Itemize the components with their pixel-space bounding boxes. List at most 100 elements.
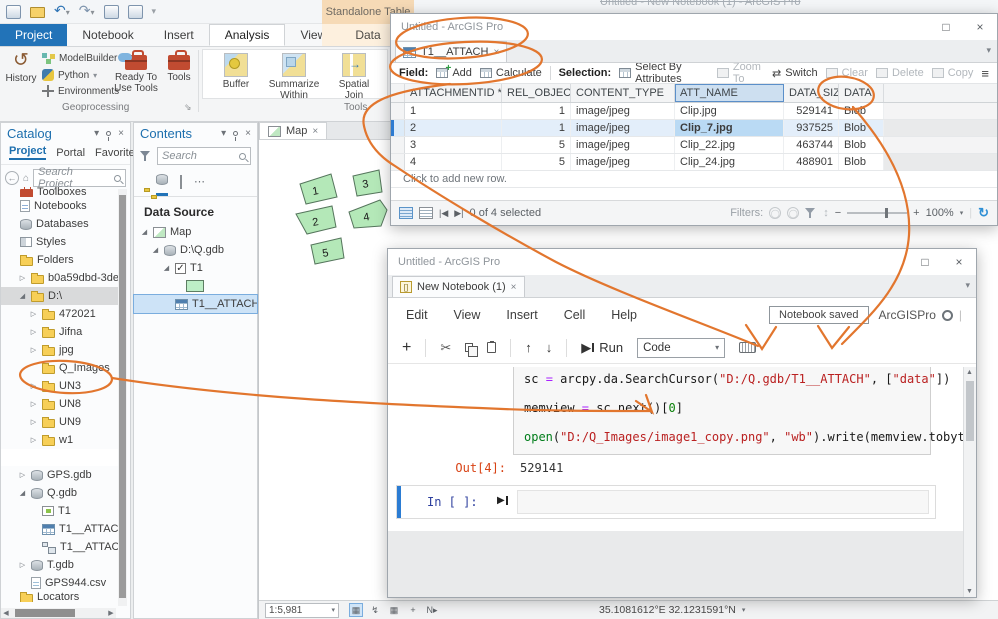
ribbon-tab-project[interactable]: Project bbox=[0, 24, 68, 46]
notebook-window-titlebar[interactable]: Untitled - ArcGIS Pro □ × bbox=[388, 249, 976, 275]
cell-attachmentid[interactable]: 1 bbox=[405, 103, 502, 119]
catalog-item-gps-gdb[interactable]: ▷ GPS.gdb bbox=[1, 466, 118, 484]
modelbuilder-button[interactable]: ModelBuilder bbox=[42, 53, 117, 64]
paste-cell-button[interactable] bbox=[487, 341, 497, 353]
catalog-item-t1-attach[interactable]: T1__ATTACH bbox=[1, 520, 118, 538]
catalog-horizontal-scrollbar[interactable]: ◀ ▶ bbox=[1, 608, 116, 618]
save-edits-icon[interactable] bbox=[103, 4, 119, 19]
buffer-tool-button[interactable]: Buffer bbox=[215, 53, 257, 90]
close-icon[interactable]: × bbox=[963, 15, 997, 39]
catalog-item-w1[interactable]: ▷ w1 bbox=[1, 431, 118, 449]
row-selector-cell[interactable] bbox=[391, 137, 405, 153]
undo-icon[interactable]: ↶▾ bbox=[54, 3, 70, 20]
sort-icon[interactable]: ↕ bbox=[823, 207, 829, 219]
cell-data[interactable]: Blob bbox=[839, 137, 884, 153]
notebook-tab[interactable]: [] New Notebook (1) × bbox=[392, 276, 525, 297]
cell-data-size[interactable]: 529141 bbox=[784, 103, 839, 119]
copy-selection-button[interactable]: Copy bbox=[931, 67, 973, 79]
symbol-swatch[interactable] bbox=[186, 280, 204, 292]
catalog-menu-icon[interactable]: ▾ bbox=[94, 128, 99, 139]
geoprocessing-launcher-icon[interactable]: ⇘ bbox=[184, 102, 192, 113]
clear-selection-button[interactable]: Clear bbox=[825, 67, 868, 79]
column-header-data[interactable]: DATA bbox=[839, 84, 884, 102]
snapping-icon[interactable]: ↯ bbox=[368, 603, 382, 617]
north-arrow-icon[interactable]: N▸ bbox=[425, 603, 439, 617]
catalog-item-styles[interactable]: Styles bbox=[1, 233, 118, 251]
filter-time-icon[interactable]: ◯ bbox=[787, 207, 800, 219]
ready-to-use-tools-button[interactable]: Ready To Use Tools bbox=[112, 49, 160, 94]
catalog-tab-project[interactable]: Project bbox=[9, 145, 47, 160]
keyboard-shortcuts-icon[interactable] bbox=[739, 342, 757, 353]
spatial-join-tool-button[interactable]: Spatial Join bbox=[329, 53, 379, 101]
move-cell-up-button[interactable]: ↑ bbox=[525, 340, 532, 355]
catalog-item-un9[interactable]: ▷ UN9 bbox=[1, 413, 118, 431]
open-project-icon[interactable] bbox=[6, 4, 21, 19]
expander-icon[interactable]: ▷ bbox=[18, 471, 27, 479]
select-by-attributes-button[interactable]: Select By Attributes bbox=[619, 61, 709, 85]
catalog-item-jpg[interactable]: ▷ jpg bbox=[1, 341, 118, 359]
catalog-pin-icon[interactable] bbox=[106, 130, 112, 141]
refresh-icon[interactable]: ↻ bbox=[978, 205, 989, 221]
back-icon[interactable]: ← bbox=[5, 171, 19, 185]
catalog-close-icon[interactable]: × bbox=[118, 128, 124, 139]
cell-attachmentid[interactable]: 2 bbox=[405, 120, 502, 136]
zoom-dropdown-icon[interactable]: ▾ bbox=[960, 209, 964, 217]
row-selector-cell[interactable] bbox=[391, 103, 405, 119]
map-polygon-1[interactable] bbox=[299, 173, 338, 205]
cell-att-name[interactable]: Clip_7.jpg bbox=[675, 120, 784, 136]
expander-icon[interactable]: ▷ bbox=[18, 274, 27, 282]
header-selector-cell[interactable] bbox=[391, 84, 405, 102]
history-button[interactable]: ↺ History bbox=[4, 51, 38, 85]
copy-cell-button[interactable] bbox=[465, 343, 479, 357]
add-field-button[interactable]: Add bbox=[436, 63, 472, 79]
catalog-item-folders[interactable]: Folders bbox=[1, 251, 118, 269]
move-cell-down-button[interactable]: ↓ bbox=[546, 340, 553, 355]
cell-rel-objectid[interactable]: 1 bbox=[502, 103, 571, 119]
cell-rel-objectid[interactable]: 5 bbox=[502, 154, 571, 170]
expander-icon[interactable]: ▷ bbox=[29, 418, 38, 426]
catalog-item-gps944-csv[interactable]: GPS944.csv bbox=[1, 574, 118, 592]
contents-item-map[interactable]: ◢ Map bbox=[134, 223, 257, 241]
row-selector-cell[interactable] bbox=[391, 154, 405, 170]
table-row[interactable]: 4 5 image/jpeg Clip_24.jpg 488901 Blob bbox=[391, 154, 997, 171]
run-cell-button[interactable]: ▶ Run bbox=[581, 340, 623, 356]
cell-data[interactable]: Blob bbox=[839, 120, 884, 136]
tools-button[interactable]: Tools bbox=[163, 49, 195, 83]
layer-checkbox[interactable]: ✓ bbox=[175, 262, 186, 274]
expander-icon[interactable]: ▷ bbox=[29, 346, 38, 354]
table-view-icon[interactable] bbox=[399, 207, 413, 219]
add-new-row[interactable]: Click to add new row. bbox=[391, 171, 997, 188]
tab-overflow-icon[interactable]: ▾ bbox=[986, 45, 991, 56]
maximize-icon[interactable]: □ bbox=[929, 15, 963, 39]
cell-content-type[interactable]: image/jpeg bbox=[571, 120, 675, 136]
cell-att-name[interactable]: Clip_24.jpg bbox=[675, 154, 784, 170]
catalog-item-b0a59dbd-3de4-4d[interactable]: ▷ b0a59dbd-3de4-4d bbox=[1, 269, 118, 287]
map-scale-select[interactable]: 1:5,981 ▾ bbox=[265, 602, 339, 618]
table-zoom-slider[interactable] bbox=[847, 208, 908, 218]
catalog-vertical-scrollbar[interactable] bbox=[118, 189, 127, 606]
catalog-search-input[interactable]: Search Project bbox=[33, 166, 126, 190]
add-cell-button[interactable]: + bbox=[402, 339, 411, 357]
catalog-item-locators[interactable]: Locators bbox=[1, 592, 118, 602]
python-button[interactable]: Python ▾ bbox=[42, 69, 97, 81]
cell-content-type[interactable]: image/jpeg bbox=[571, 154, 675, 170]
filter-icon[interactable] bbox=[140, 150, 152, 162]
maximize-icon[interactable]: □ bbox=[908, 250, 942, 274]
cell-data-size[interactable]: 937525 bbox=[784, 120, 839, 136]
contents-item-t1-attach[interactable]: T1__ATTACH bbox=[133, 294, 258, 314]
notebook-tab-close-icon[interactable]: × bbox=[511, 282, 517, 293]
tab-overflow-icon[interactable]: ▾ bbox=[965, 280, 970, 291]
cell-data-size[interactable]: 463744 bbox=[784, 137, 839, 153]
grid-icon[interactable]: ▦ bbox=[387, 603, 401, 617]
contents-item-swatch[interactable] bbox=[134, 277, 257, 295]
row-selector-cell[interactable] bbox=[391, 120, 405, 136]
up-level-icon[interactable]: ⌂ bbox=[23, 173, 29, 184]
notebook-scrollbar[interactable]: ▲ ▼ bbox=[963, 367, 976, 597]
column-header-data-size[interactable]: DATA_SIZE bbox=[784, 84, 839, 102]
catalog-tab-portal[interactable]: Portal bbox=[56, 147, 85, 159]
delete-selection-button[interactable]: Delete bbox=[875, 67, 924, 79]
expander-icon[interactable]: ◢ bbox=[162, 264, 171, 272]
catalog-item-t1-attachr[interactable]: T1__ATTACHR bbox=[1, 538, 118, 556]
expander-icon[interactable]: ▷ bbox=[29, 400, 38, 408]
cell-type-select[interactable]: Code ▾ bbox=[637, 337, 726, 358]
